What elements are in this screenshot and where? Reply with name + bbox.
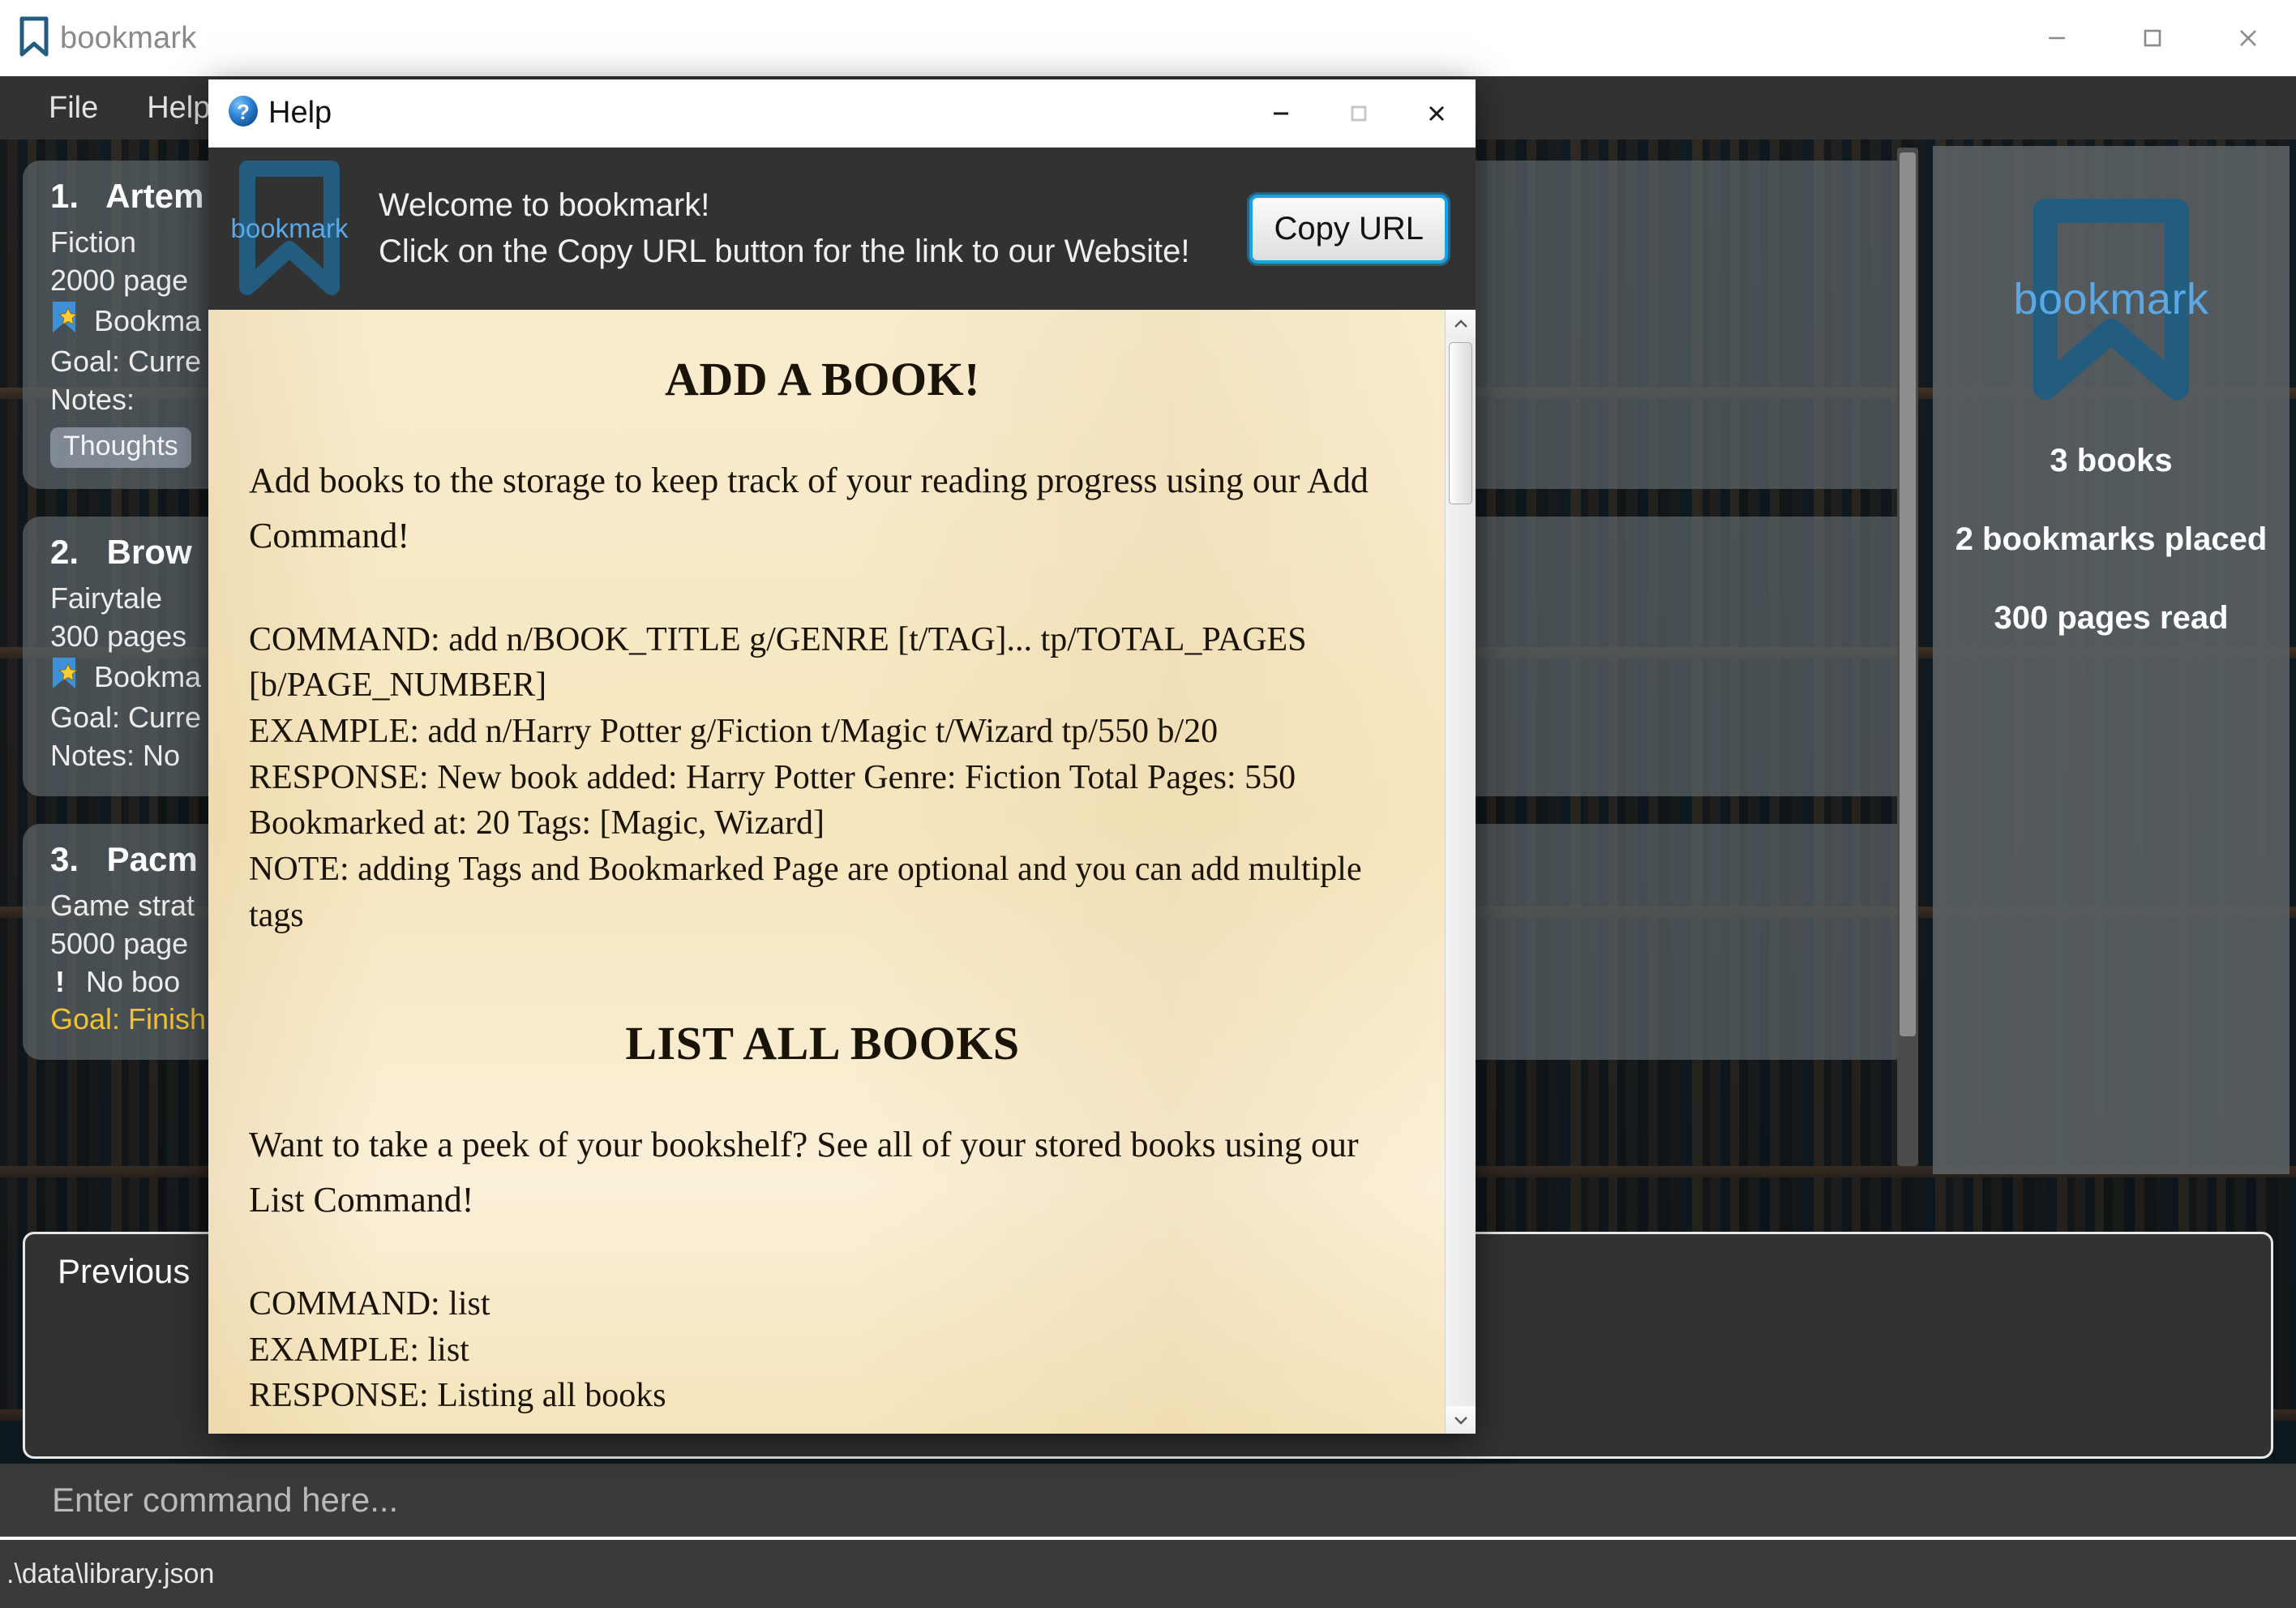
minimize-icon[interactable] [2009, 0, 2105, 76]
book-title-text: Artem [105, 177, 204, 215]
book-index: 2. [50, 532, 79, 571]
help-content: ADD A BOOK! Add books to the storage to … [208, 310, 1476, 1434]
book-list-scrollbar[interactable] [1897, 148, 1918, 1166]
statusbar: .\data\library.json [0, 1540, 2296, 1608]
help-row-note: NOTE: adding Tags and Bookmarked Page ar… [249, 850, 1362, 934]
app-titlebar: bookmark [0, 0, 2296, 76]
menu-item-file[interactable]: File [24, 86, 122, 131]
app-titlebar-left: bookmark [0, 16, 196, 61]
minimize-icon[interactable] [1242, 79, 1320, 148]
close-icon[interactable] [2200, 0, 2296, 76]
bookmark-icon [18, 16, 50, 61]
command-input-wrapper[interactable] [0, 1464, 2296, 1540]
help-banner-line-1: Welcome to bookmark! [379, 187, 710, 224]
help-banner-text: Welcome to bookmark! Click on the Copy U… [349, 182, 1249, 275]
bookmark-icon: bookmark [2013, 198, 2208, 401]
stat-pages-read: 300 pages read [1994, 600, 2229, 636]
maximize-icon[interactable] [1320, 79, 1398, 148]
help-title-text: Help [268, 96, 332, 130]
help-section-divider [249, 938, 1396, 1001]
scroll-up-arrow-icon[interactable] [1446, 310, 1476, 337]
help-titlebar-left: ? Help [208, 94, 332, 132]
statusbar-filepath: .\data\library.json [6, 1558, 215, 1589]
copy-url-button[interactable]: Copy URL [1249, 194, 1448, 264]
help-section-rows: COMMAND: add n/BOOK_TITLE g/GENRE [t/TAG… [249, 617, 1396, 939]
bookmark-star-icon [50, 656, 78, 700]
help-banner: bookmark Welcome to bookmark! Click on t… [208, 148, 1476, 310]
book-list-scrollbar-thumb[interactable] [1900, 152, 1916, 1036]
book-index: 1. [50, 177, 79, 215]
help-row-command: COMMAND: add n/BOOK_TITLE g/GENRE [t/TAG… [249, 620, 1307, 705]
help-section-heading: ADD A BOOK! [665, 353, 980, 405]
maximize-icon[interactable] [2105, 0, 2200, 76]
help-section-heading: LIST ALL BOOKS [625, 1017, 1020, 1070]
close-icon[interactable] [1398, 79, 1476, 148]
help-scrollbar-thumb[interactable] [1449, 342, 1472, 504]
svg-text:?: ? [237, 100, 250, 124]
app-title-text: bookmark [60, 20, 197, 55]
book-bookmark-text: Bookma [94, 659, 202, 693]
help-section-rows: COMMAND: list EXAMPLE: list RESPONSE: Li… [249, 1281, 1396, 1419]
help-banner-line-2: Click on the Copy URL button for the lin… [379, 234, 1190, 269]
book-tag-chip[interactable]: Thoughts [50, 427, 191, 468]
help-row-response: RESPONSE: Listing all books [249, 1377, 666, 1415]
command-input[interactable] [52, 1481, 2296, 1520]
stat-books-count: 3 books [2050, 443, 2173, 478]
warning-icon: ! [55, 964, 65, 998]
help-row-example: EXAMPLE: list [249, 1331, 469, 1369]
book-bookmark-text: Bookma [94, 303, 202, 337]
book-title-text: Pacm [106, 839, 198, 878]
help-scrollbar[interactable] [1445, 310, 1476, 1434]
bookmark-icon: bookmark [229, 161, 349, 297]
help-section-paragraph: Add books to the storage to keep track o… [249, 461, 1369, 555]
help-section-paragraph: Want to take a peek of your bookshelf? S… [249, 1125, 1359, 1220]
help-row-command: COMMAND: list [249, 1284, 490, 1323]
sidebar-logo-word: bookmark [2013, 275, 2209, 324]
help-scroll-area[interactable]: ADD A BOOK! Add books to the storage to … [208, 310, 1445, 1434]
help-row-response: RESPONSE: New book added: Harry Potter G… [249, 758, 1296, 843]
help-dialog: ? Help bookmark Welcome to bookmark! Cli… [208, 79, 1476, 1434]
book-title-text: Brow [106, 532, 192, 571]
book-index: 3. [50, 839, 79, 878]
book-bookmark-text: No boo [86, 964, 181, 998]
question-mark-icon: ? [226, 94, 260, 132]
stat-bookmarks-placed: 2 bookmarks placed [1955, 521, 2268, 557]
stats-sidebar: bookmark 3 books 2 bookmarks placed 300 … [1933, 146, 2290, 1174]
help-banner-logo-word: bookmark [230, 213, 349, 243]
help-titlebar: ? Help [208, 79, 1476, 148]
bookmark-star-icon [50, 300, 78, 344]
help-row-example: EXAMPLE: add n/Harry Potter g/Fiction t/… [249, 712, 1219, 750]
scroll-down-arrow-icon[interactable] [1446, 1406, 1476, 1434]
